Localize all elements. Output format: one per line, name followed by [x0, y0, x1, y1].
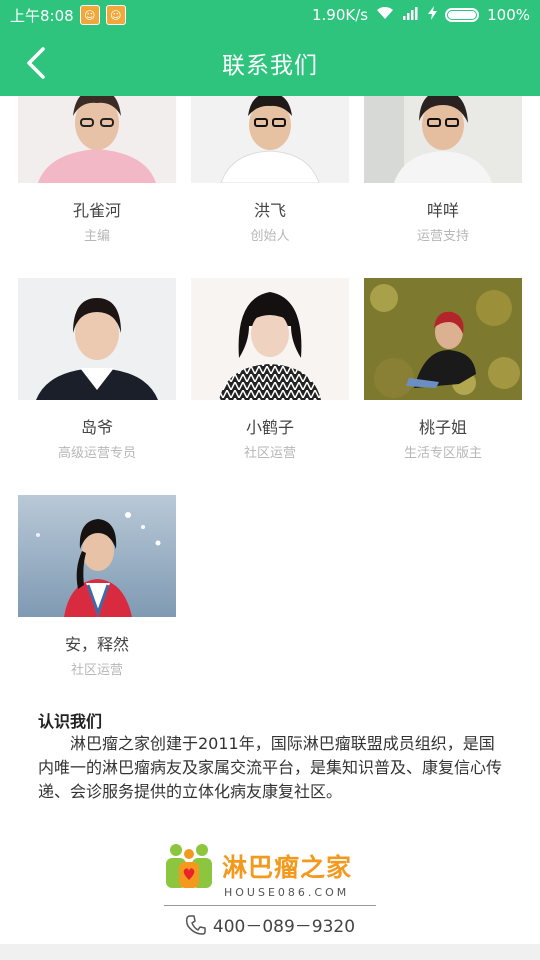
member-role: 生活专区版主 [403, 446, 482, 461]
member-photo [191, 96, 349, 183]
member-name: 小鹤子 [245, 418, 294, 437]
member-role: 运营支持 [416, 229, 469, 244]
battery-icon [445, 8, 480, 22]
notification-app-icon: ☺ [79, 5, 100, 25]
member-name: 洪飞 [253, 201, 286, 220]
page-title: 联系我们 [222, 53, 318, 79]
status-time: 上午8:08 [10, 6, 74, 25]
app-header: 联系我们 [0, 30, 540, 96]
status-bar-left: 上午8:08 ☺ ☺ [10, 5, 126, 26]
back-button[interactable] [20, 45, 52, 81]
member-photo [18, 96, 176, 183]
member-name: 桃子姐 [418, 418, 467, 437]
team-content: 孔雀河 主编 洪飞 创始人 咩咩 运营支持 岛爷 高级运营专员 小鹤子 社区运营… [0, 96, 540, 960]
team-member-card[interactable]: 孔雀河 主编 [18, 96, 176, 244]
member-role: 高级运营专员 [57, 446, 136, 461]
signal-icon [402, 6, 420, 24]
phone-link[interactable]: 400－089－9320 [164, 912, 376, 937]
notification-app-icon: ☺ [105, 5, 126, 25]
phone-icon [185, 914, 206, 935]
team-member-card[interactable]: 洪飞 创始人 [191, 96, 349, 244]
member-photo [18, 278, 176, 400]
member-name: 孔雀河 [72, 201, 121, 220]
network-speed: 1.90K/s [312, 6, 369, 24]
team-member-card[interactable]: 小鹤子 社区运营 [191, 278, 349, 461]
battery-percent: 100% [487, 6, 530, 24]
logo-text: 淋巴瘤之家 [222, 853, 353, 882]
member-role: 社区运营 [70, 663, 123, 678]
status-bar: 上午8:08 ☺ ☺ 1.90K/s 100% [0, 0, 540, 30]
bottom-strip [0, 944, 540, 960]
team-member-card[interactable]: 桃子姐 生活专区版主 [364, 278, 522, 461]
about-text: 淋巴瘤之家创建于2011年，国际淋巴瘤联盟成员组织，是国内唯一的淋巴瘤病友及家属… [38, 734, 503, 801]
phone-number: 400－089－9320 [212, 917, 356, 937]
wifi-icon [376, 6, 394, 24]
about-title: 认识我们 [38, 712, 103, 731]
about-section: 认识我们 淋巴瘤之家创建于2011年，国际淋巴瘤联盟成员组织，是国内唯一的淋巴瘤… [38, 708, 508, 804]
member-role: 创始人 [250, 229, 290, 244]
footer-brand: 淋巴瘤之家 HOUSE086.COM 400－089－9320 [164, 842, 376, 937]
member-role: 主编 [83, 229, 110, 244]
member-photo [364, 278, 522, 400]
family-logo-icon [166, 844, 212, 888]
member-name: 安，释然 [64, 635, 129, 654]
logo-domain: HOUSE086.COM [224, 886, 350, 899]
member-name: 咩咩 [426, 201, 459, 220]
chevron-left-icon [27, 47, 45, 79]
member-photo [18, 495, 176, 617]
status-bar-right: 1.90K/s 100% [312, 6, 530, 24]
footer-divider [164, 905, 376, 906]
member-name: 岛爷 [80, 418, 113, 437]
team-member-card[interactable]: 岛爷 高级运营专员 [18, 278, 176, 461]
charging-icon [428, 6, 438, 24]
logo-row: 淋巴瘤之家 [164, 842, 376, 890]
team-member-card[interactable]: 安，释然 社区运营 [18, 495, 176, 678]
team-member-card[interactable]: 咩咩 运营支持 [364, 96, 522, 244]
member-photo [364, 96, 522, 183]
member-role: 社区运营 [243, 446, 296, 461]
member-photo [191, 278, 349, 400]
